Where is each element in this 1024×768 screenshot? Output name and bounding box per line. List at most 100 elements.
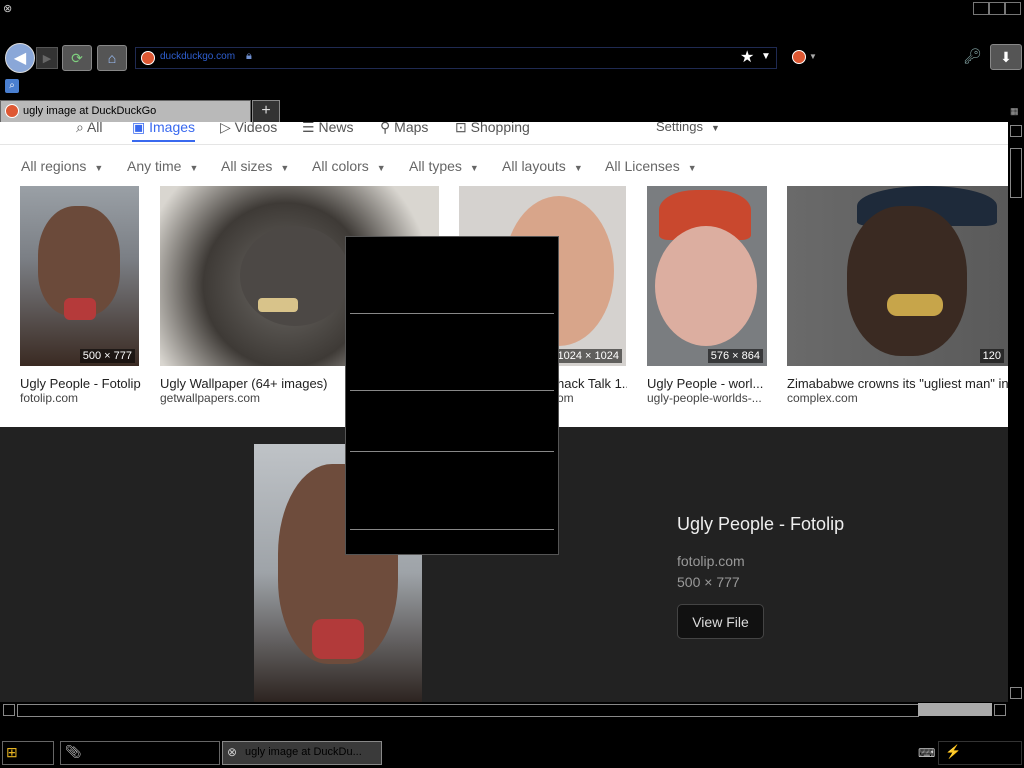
detail-source[interactable]: fotolip.com: [677, 553, 745, 569]
filter-sizes[interactable]: All sizes ▼: [221, 158, 289, 174]
keyboard-icon[interactable]: ⌨: [918, 746, 935, 760]
image-icon: ▣: [132, 122, 146, 135]
result-title[interactable]: Ugly Wallpaper (64+ images): [160, 376, 345, 391]
tab-videos[interactable]: ▷ Videos: [220, 122, 277, 136]
filter-types[interactable]: All types ▼: [409, 158, 479, 174]
result-title[interactable]: Ugly People - worl...: [647, 376, 769, 391]
view-file-button[interactable]: View File: [677, 604, 764, 639]
result-source[interactable]: om: [557, 391, 627, 405]
browser-chrome: ⊗ ◀ ▶ ⟳ ⌂ duckduckgo.com 🔒︎ ★ ▼ ▼ 🔑︎ ⬇ ⌕…: [0, 0, 1024, 123]
taskbar: ⊞ 📎︎ ⊗ ugly image at DuckDu... ⌨ ⚡: [0, 738, 1024, 768]
bookmark-star-icon[interactable]: ★: [740, 47, 754, 67]
context-menu-popup[interactable]: [345, 236, 559, 555]
duckduckgo-icon: [792, 50, 806, 64]
downloads-button[interactable]: ⬇: [990, 44, 1022, 70]
url-dropdown-icon[interactable]: ▼: [761, 51, 771, 62]
scroll-down-button[interactable]: [1010, 687, 1022, 699]
result-source[interactable]: fotolip.com: [20, 391, 145, 405]
filter-layouts[interactable]: All layouts ▼: [502, 158, 583, 174]
close-button[interactable]: [1005, 2, 1021, 15]
shopping-bag-icon: ⊡: [455, 122, 467, 135]
scroll-up-button[interactable]: [1010, 125, 1022, 137]
home-icon: ⌂: [107, 50, 117, 66]
browser-icon: ⊗: [227, 745, 238, 759]
chevron-down-icon: ▼: [189, 163, 199, 173]
search-vertical-nav: ⌕ All ▣ Images ▷ Videos ☰ News ⚲ Maps ⊡ …: [0, 122, 1008, 145]
settings-menu[interactable]: Settings ▼: [656, 122, 720, 134]
image-dimensions: 1024 × 1024: [554, 349, 622, 363]
chevron-down-icon: ▼: [469, 163, 479, 173]
chevron-down-icon: ▼: [376, 163, 386, 173]
chevron-down-icon: ▼: [710, 123, 720, 133]
tab-all[interactable]: ⌕ All: [76, 122, 103, 136]
result-source[interactable]: getwallpapers.com: [160, 391, 345, 405]
chevron-down-icon: ▼: [809, 52, 817, 61]
vertical-scrollbar[interactable]: [1008, 122, 1024, 702]
detail-teeth: [312, 619, 364, 659]
detail-title: Ugly People - Fotolip: [677, 514, 845, 534]
start-button[interactable]: ⊞: [2, 741, 54, 765]
tab-shopping[interactable]: ⊡ Shopping: [455, 122, 530, 136]
scroll-thumb[interactable]: [918, 703, 992, 716]
news-icon: ☰: [302, 122, 315, 135]
minimize-button[interactable]: [973, 2, 989, 15]
filter-licenses[interactable]: All Licenses ▼: [605, 158, 697, 174]
tab-news[interactable]: ☰ News: [302, 122, 353, 136]
back-button[interactable]: ◀: [5, 43, 35, 73]
lock-icon: 🔒︎: [246, 50, 252, 62]
download-arrow-icon: ⬇: [1000, 48, 1012, 65]
map-pin-icon: ⚲: [380, 122, 391, 135]
horizontal-scrollbar[interactable]: [0, 702, 1008, 718]
result-thumbnail[interactable]: 500 × 777: [20, 186, 139, 366]
chevron-down-icon: ▼: [94, 163, 104, 173]
scroll-right-button[interactable]: [994, 704, 1006, 716]
tab-list-icon[interactable]: ▦: [1010, 106, 1019, 117]
result-thumbnail[interactable]: 120: [787, 186, 1008, 366]
dog-teeth: [258, 298, 298, 312]
search-engine-selector[interactable]: ▼: [792, 50, 818, 66]
image-dimensions: 500 × 777: [79, 349, 135, 363]
new-tab-button[interactable]: +: [252, 100, 280, 123]
home-button[interactable]: ⌂: [97, 45, 127, 71]
result-title[interactable]: Zimababwe crowns its "ugliest man" in: [787, 376, 1008, 391]
filter-regions[interactable]: All regions ▼: [21, 158, 103, 174]
reload-button[interactable]: ⟳: [62, 45, 92, 71]
tab-favicon-icon: [5, 104, 19, 118]
site-favicon-icon: [141, 51, 155, 65]
plus-icon: +: [261, 102, 271, 119]
scroll-thumb[interactable]: [1010, 148, 1022, 198]
tab-active[interactable]: ugly image at DuckDuckGo: [0, 100, 251, 122]
tab-images[interactable]: ▣ Images: [132, 122, 196, 142]
filter-colors[interactable]: All colors ▼: [312, 158, 386, 174]
taskbar-window-label: ugly image at DuckDu...: [245, 746, 362, 758]
chevron-down-icon: ▼: [280, 163, 290, 173]
paperclip-icon: 📎︎: [65, 744, 82, 759]
maximize-button[interactable]: [989, 2, 1005, 15]
forward-button[interactable]: ▶: [36, 47, 58, 69]
filter-bar: All regions ▼ Any time ▼ All sizes ▼ All co…: [0, 146, 1008, 186]
url-text: duckduckgo.com: [160, 51, 236, 62]
result-title[interactable]: hack Talk 1...: [557, 376, 627, 391]
scroll-track[interactable]: [17, 704, 919, 717]
round-face: [655, 226, 757, 346]
address-bar[interactable]: duckduckgo.com 🔒︎ ★ ▼: [135, 47, 777, 69]
tab-maps[interactable]: ⚲ Maps: [380, 122, 428, 136]
menu-separator: [350, 313, 554, 314]
result-thumbnail[interactable]: 576 × 864: [647, 186, 767, 366]
chevron-down-icon: ▼: [687, 163, 697, 173]
reload-icon: ⟳: [71, 49, 83, 66]
filter-time[interactable]: Any time ▼: [127, 158, 198, 174]
key-icon[interactable]: 🔑︎: [963, 47, 982, 65]
image-dimensions: 576 × 864: [707, 349, 763, 363]
search-bar-icon[interactable]: ⌕: [5, 79, 19, 93]
tab-title: ugly image at DuckDuckGo: [23, 105, 157, 117]
portrait-teeth: [64, 298, 96, 320]
result-title[interactable]: Ugly People - Fotolip: [20, 376, 145, 391]
windows-logo-icon: ⊞: [6, 744, 18, 760]
result-source[interactable]: ugly-people-worlds-...: [647, 391, 769, 405]
taskbar-window-button[interactable]: ⊗ ugly image at DuckDu...: [222, 741, 382, 765]
taskbar-quick-launch[interactable]: 📎︎: [60, 741, 220, 765]
scroll-left-button[interactable]: [3, 704, 15, 716]
search-icon: ⌕: [76, 122, 84, 135]
result-source[interactable]: complex.com: [787, 391, 1008, 405]
